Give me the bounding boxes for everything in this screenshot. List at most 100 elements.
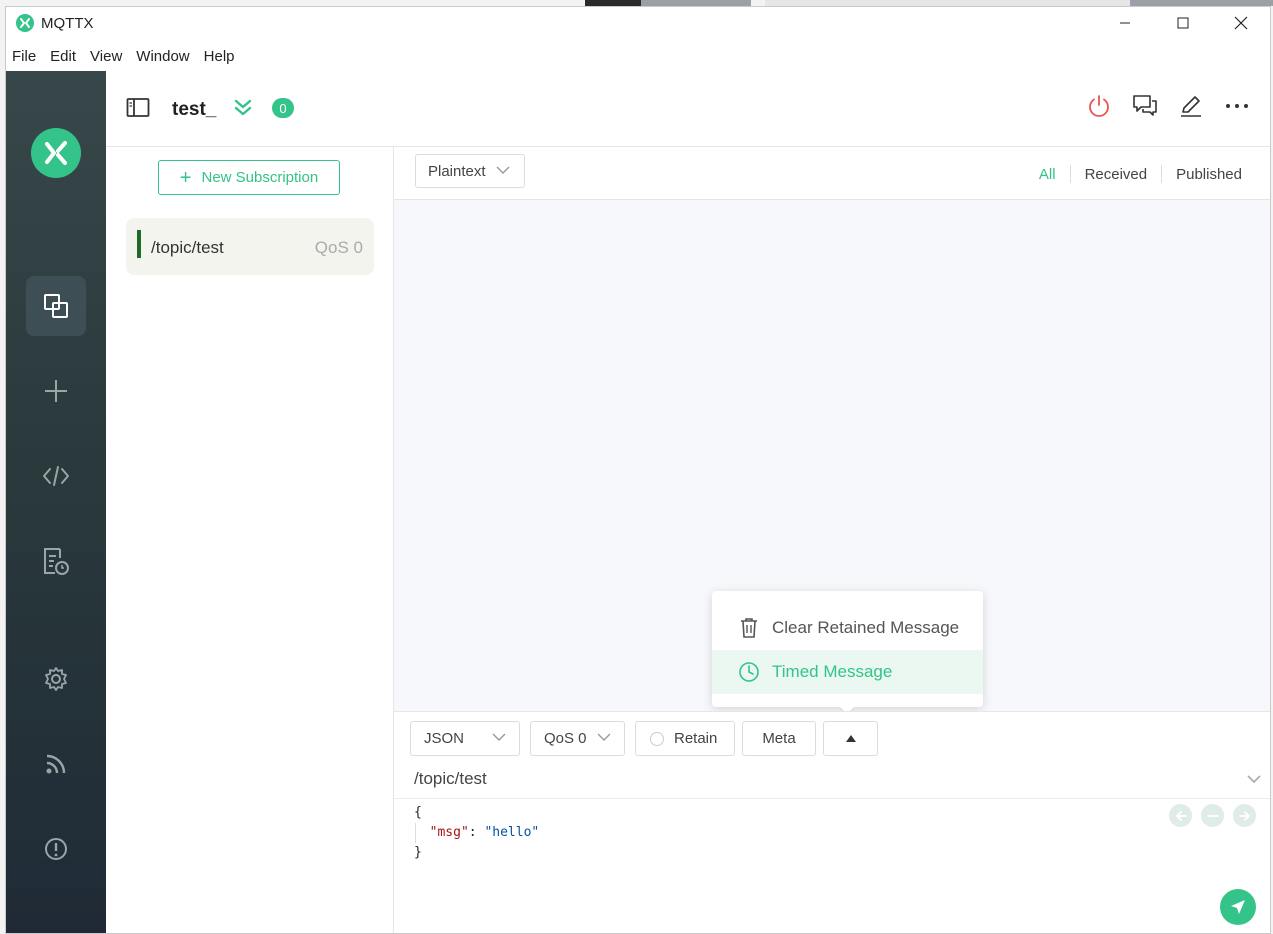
subscriptions-panel: + New Subscription /topic/test QoS 0 (106, 147, 394, 933)
code-colon: : (468, 825, 485, 840)
menu-edit[interactable]: Edit (44, 48, 84, 65)
history-next-button[interactable] (1233, 804, 1256, 827)
sidebar-item-about[interactable] (26, 819, 86, 879)
publish-panel: JSON QoS 0 Retain Meta /topic/test { "ms… (394, 711, 1270, 933)
arrow-right-icon (1238, 810, 1250, 821)
minimize-button[interactable] (1096, 7, 1154, 39)
close-icon (1234, 16, 1248, 30)
code-icon (43, 466, 69, 486)
retain-checkbox[interactable]: Retain (635, 721, 735, 756)
tab-all[interactable]: All (1025, 166, 1070, 183)
receive-format-select[interactable]: Plaintext (415, 154, 525, 188)
menu-item-label: Timed Message (772, 662, 893, 681)
sidebar-toggle-icon (126, 98, 150, 117)
close-button[interactable] (1212, 7, 1270, 39)
subscription-qos: QoS 0 (314, 238, 363, 257)
edit-connection-button[interactable] (1178, 93, 1204, 119)
history-nav (1169, 804, 1256, 827)
menu-help[interactable]: Help (198, 48, 243, 65)
code-brace: { (414, 805, 422, 820)
connection-name: test_ (172, 99, 217, 120)
maximize-button[interactable] (1154, 7, 1212, 39)
qos-select[interactable]: QoS 0 (530, 721, 625, 756)
double-chevron-down-icon (234, 99, 252, 116)
tab-received[interactable]: Received (1071, 166, 1162, 183)
meta-button[interactable]: Meta (742, 721, 816, 756)
unread-count-badge: 0 (272, 98, 294, 118)
gear-icon (45, 667, 67, 691)
window-title: MQTTX (41, 14, 94, 32)
chevron-down-icon (492, 733, 506, 741)
rss-icon (46, 754, 66, 774)
chat-button[interactable] (1132, 93, 1158, 119)
sidebar-item-help[interactable] (26, 734, 86, 794)
message-filter-tabs: All Received Published (1025, 165, 1256, 183)
code-value: "hello" (484, 825, 540, 840)
app-window: MQTTX File Edit View Window Help test_ 0… (5, 6, 1271, 934)
payload-type-select[interactable]: JSON (410, 721, 520, 756)
chevron-down-icon (597, 733, 611, 741)
mqttx-logo-icon (31, 128, 81, 178)
plus-icon: + (179, 166, 192, 189)
sidebar-item-script[interactable] (26, 446, 86, 506)
title-bar: MQTTX (6, 7, 1270, 39)
clock-icon (738, 661, 760, 683)
sidebar-item-new-connection[interactable] (26, 361, 86, 421)
meta-label: Meta (762, 730, 796, 747)
maximize-icon (1177, 17, 1189, 29)
code-key: "msg" (429, 825, 469, 840)
app-logo-icon (16, 14, 34, 32)
receive-format-value: Plaintext (428, 162, 486, 180)
subscription-topic: /topic/test (151, 238, 224, 257)
more-options-button[interactable] (823, 721, 878, 756)
menu-item-clear-retained[interactable]: Clear Retained Message (712, 606, 983, 650)
code-brace: } (414, 845, 422, 860)
send-button[interactable] (1220, 889, 1256, 925)
publish-topic-input[interactable]: /topic/test (414, 769, 487, 789)
history-prev-button[interactable] (1169, 804, 1192, 827)
log-icon (44, 548, 69, 575)
sidebar-item-log[interactable] (26, 531, 86, 591)
payload-type-value: JSON (424, 730, 465, 747)
toggle-sidebar-button[interactable] (126, 97, 150, 124)
arrow-left-icon (1175, 810, 1187, 821)
more-button[interactable] (1224, 93, 1250, 119)
disconnect-button[interactable] (1086, 93, 1112, 119)
connections-icon (44, 294, 68, 318)
minus-icon (1206, 814, 1219, 817)
collapse-button[interactable] (232, 98, 254, 123)
retain-label: Retain (674, 730, 718, 747)
subscription-item[interactable]: /topic/test QoS 0 (126, 218, 374, 275)
chevron-down-icon[interactable] (1246, 774, 1262, 784)
payload-code: { "msg": "hello" } (414, 803, 539, 863)
edit-icon (1181, 96, 1201, 117)
send-icon (1231, 900, 1245, 914)
history-reset-button[interactable] (1201, 804, 1224, 827)
payload-editor[interactable]: { "msg": "hello" } (394, 798, 1270, 933)
code-line: } (414, 843, 539, 863)
code-line: { (414, 803, 539, 823)
menu-item-timed-message[interactable]: Timed Message (712, 650, 983, 694)
chat-icon (1133, 95, 1157, 116)
new-subscription-button[interactable]: + New Subscription (158, 160, 340, 195)
retain-radio (650, 731, 664, 746)
left-sidebar (6, 71, 106, 933)
connection-header: test_ 0 (106, 71, 1270, 147)
menu-view[interactable]: View (84, 48, 130, 65)
sidebar-item-connections[interactable] (26, 276, 86, 336)
sidebar-item-settings[interactable] (26, 649, 86, 709)
plus-icon (45, 380, 67, 402)
minimize-icon (1120, 22, 1130, 24)
power-icon (1089, 95, 1109, 117)
menu-item-label: Clear Retained Message (772, 618, 960, 637)
chevron-down-icon (496, 166, 510, 174)
trash-icon (738, 617, 760, 639)
menu-bar: File Edit View Window Help (6, 43, 243, 69)
new-subscription-label: New Subscription (201, 169, 319, 186)
menu-window[interactable]: Window (130, 48, 197, 65)
caret-up-icon (845, 735, 856, 742)
menu-file[interactable]: File (6, 48, 44, 65)
publish-options-menu: Clear Retained Message Timed Message (712, 591, 983, 707)
code-line: "msg": "hello" (414, 823, 540, 843)
tab-published[interactable]: Published (1162, 166, 1256, 183)
